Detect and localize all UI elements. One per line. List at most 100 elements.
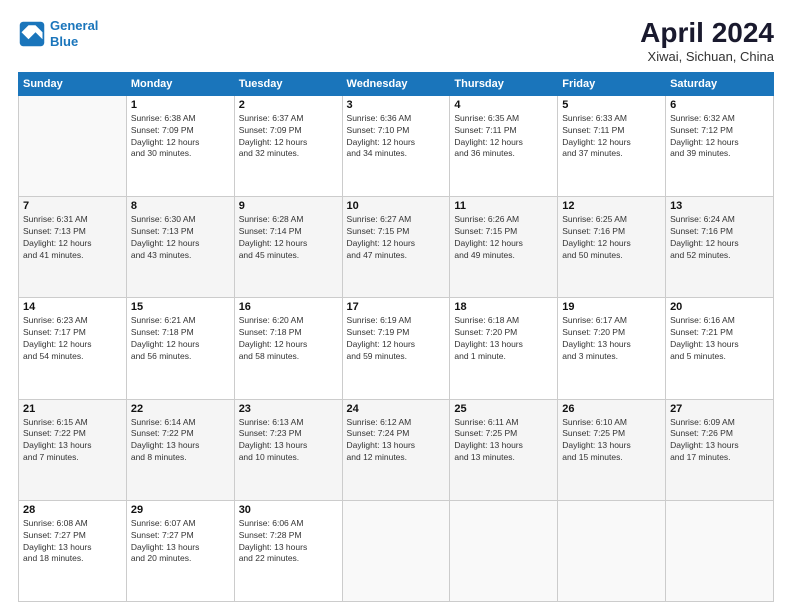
day-info: Sunrise: 6:11 AM Sunset: 7:25 PM Dayligh… [454,417,553,465]
day-number: 21 [23,403,122,415]
day-info: Sunrise: 6:13 AM Sunset: 7:23 PM Dayligh… [239,417,338,465]
logo-icon [18,20,46,48]
day-number: 28 [23,504,122,516]
day-number: 7 [23,200,122,212]
day-info: Sunrise: 6:17 AM Sunset: 7:20 PM Dayligh… [562,315,661,363]
col-friday: Friday [558,72,666,95]
col-tuesday: Tuesday [234,72,342,95]
logo-line1: General [50,18,98,33]
calendar-cell [450,500,558,601]
day-number: 8 [131,200,230,212]
col-saturday: Saturday [666,72,774,95]
calendar-week-row: 21 Sunrise: 6:15 AM Sunset: 7:22 PM Dayli… [19,399,774,500]
calendar-cell: 26Sunrise: 6:10 AM Sunset: 7:25 PM Dayli… [558,399,666,500]
day-info: Sunrise: 6:21 AM Sunset: 7:18 PM Dayligh… [131,315,230,363]
day-number: 25 [454,403,553,415]
day-number: 3 [347,99,446,111]
calendar-cell [666,500,774,601]
calendar-cell: 28 Sunrise: 6:08 AM Sunset: 7:27 PM Dayli… [19,500,127,601]
day-info: Sunrise: 6:07 AM Sunset: 7:27 PM Dayligh… [131,518,230,566]
day-number: 19 [562,301,661,313]
day-info: Sunrise: 6:36 AM Sunset: 7:10 PM Dayligh… [347,113,446,161]
day-info: Sunrise: 6:24 AM Sunset: 7:16 PM Dayligh… [670,214,769,262]
day-info: Sunrise: 6:06 AM Sunset: 7:28 PM Dayligh… [239,518,338,566]
calendar-cell: 14 Sunrise: 6:23 AM Sunset: 7:17 PM Dayli… [19,298,127,399]
day-info: Sunrise: 6:31 AM Sunset: 7:13 PM Dayligh… [23,214,122,262]
day-info: Sunrise: 6:28 AM Sunset: 7:14 PM Dayligh… [239,214,338,262]
day-number: 16 [239,301,338,313]
calendar-cell: 21 Sunrise: 6:15 AM Sunset: 7:22 PM Dayli… [19,399,127,500]
calendar-cell: 29 Sunrise: 6:07 AM Sunset: 7:27 PM Dayli… [126,500,234,601]
day-number: 2 [239,99,338,111]
calendar-cell: 3 Sunrise: 6:36 AM Sunset: 7:10 PM Daylig… [342,95,450,196]
day-info: Sunrise: 6:26 AM Sunset: 7:15 PM Dayligh… [454,214,553,262]
day-number: 20 [670,301,769,313]
day-info: Sunrise: 6:16 AM Sunset: 7:21 PM Dayligh… [670,315,769,363]
calendar-cell: 25 Sunrise: 6:11 AM Sunset: 7:25 PM Dayli… [450,399,558,500]
col-thursday: Thursday [450,72,558,95]
calendar-cell: 5Sunrise: 6:33 AM Sunset: 7:11 PM Daylig… [558,95,666,196]
calendar-cell: 30 Sunrise: 6:06 AM Sunset: 7:28 PM Dayli… [234,500,342,601]
day-info: Sunrise: 6:20 AM Sunset: 7:18 PM Dayligh… [239,315,338,363]
calendar-cell: 1 Sunrise: 6:38 AM Sunset: 7:09 PM Daylig… [126,95,234,196]
day-number: 17 [347,301,446,313]
day-number: 4 [454,99,553,111]
calendar-cell: 7 Sunrise: 6:31 AM Sunset: 7:13 PM Daylig… [19,197,127,298]
col-sunday: Sunday [19,72,127,95]
day-number: 12 [562,200,661,212]
day-number: 10 [347,200,446,212]
day-info: Sunrise: 6:38 AM Sunset: 7:09 PM Dayligh… [131,113,230,161]
calendar-table: Sunday Monday Tuesday Wednesday Thursday… [18,72,774,602]
logo-text: General Blue [50,18,98,49]
day-info: Sunrise: 6:18 AM Sunset: 7:20 PM Dayligh… [454,315,553,363]
calendar-cell [558,500,666,601]
calendar-cell: 19 Sunrise: 6:17 AM Sunset: 7:20 PM Dayli… [558,298,666,399]
calendar-cell: 17 Sunrise: 6:19 AM Sunset: 7:19 PM Dayli… [342,298,450,399]
calendar-header-row: Sunday Monday Tuesday Wednesday Thursday… [19,72,774,95]
day-number: 9 [239,200,338,212]
day-number: 29 [131,504,230,516]
calendar-cell: 22Sunrise: 6:14 AM Sunset: 7:22 PM Dayli… [126,399,234,500]
day-number: 30 [239,504,338,516]
day-number: 26 [562,403,661,415]
calendar-cell: 10 Sunrise: 6:27 AM Sunset: 7:15 PM Dayli… [342,197,450,298]
logo: General Blue [18,18,98,49]
day-info: Sunrise: 6:19 AM Sunset: 7:19 PM Dayligh… [347,315,446,363]
day-info: Sunrise: 6:15 AM Sunset: 7:22 PM Dayligh… [23,417,122,465]
day-info: Sunrise: 6:23 AM Sunset: 7:17 PM Dayligh… [23,315,122,363]
day-number: 18 [454,301,553,313]
day-number: 24 [347,403,446,415]
day-info: Sunrise: 6:33 AM Sunset: 7:11 PM Dayligh… [562,113,661,161]
day-number: 27 [670,403,769,415]
title-block: April 2024 Xiwai, Sichuan, China [640,18,774,64]
day-info: Sunrise: 6:27 AM Sunset: 7:15 PM Dayligh… [347,214,446,262]
day-number: 14 [23,301,122,313]
calendar-cell: 4 Sunrise: 6:35 AM Sunset: 7:11 PM Daylig… [450,95,558,196]
day-number: 1 [131,99,230,111]
month-title: April 2024 [640,18,774,49]
day-info: Sunrise: 6:14 AM Sunset: 7:22 PM Dayligh… [131,417,230,465]
calendar-cell: 24Sunrise: 6:12 AM Sunset: 7:24 PM Dayli… [342,399,450,500]
day-info: Sunrise: 6:30 AM Sunset: 7:13 PM Dayligh… [131,214,230,262]
calendar-cell: 15 Sunrise: 6:21 AM Sunset: 7:18 PM Dayli… [126,298,234,399]
day-number: 11 [454,200,553,212]
calendar-week-row: 28 Sunrise: 6:08 AM Sunset: 7:27 PM Dayli… [19,500,774,601]
day-number: 15 [131,301,230,313]
header: General Blue April 2024 Xiwai, Sichuan, … [18,18,774,64]
day-info: Sunrise: 6:08 AM Sunset: 7:27 PM Dayligh… [23,518,122,566]
calendar-cell: 2Sunrise: 6:37 AM Sunset: 7:09 PM Daylig… [234,95,342,196]
day-info: Sunrise: 6:35 AM Sunset: 7:11 PM Dayligh… [454,113,553,161]
calendar-week-row: 1 Sunrise: 6:38 AM Sunset: 7:09 PM Daylig… [19,95,774,196]
calendar-cell: 20 Sunrise: 6:16 AM Sunset: 7:21 PM Dayli… [666,298,774,399]
calendar-week-row: 7 Sunrise: 6:31 AM Sunset: 7:13 PM Daylig… [19,197,774,298]
calendar-cell: 11 Sunrise: 6:26 AM Sunset: 7:15 PM Dayli… [450,197,558,298]
subtitle: Xiwai, Sichuan, China [640,49,774,64]
page: General Blue April 2024 Xiwai, Sichuan, … [0,0,792,612]
day-number: 13 [670,200,769,212]
calendar-cell: 13 Sunrise: 6:24 AM Sunset: 7:16 PM Dayli… [666,197,774,298]
calendar-cell [342,500,450,601]
day-number: 23 [239,403,338,415]
calendar-cell: 12Sunrise: 6:25 AM Sunset: 7:16 PM Dayli… [558,197,666,298]
calendar-week-row: 14 Sunrise: 6:23 AM Sunset: 7:17 PM Dayli… [19,298,774,399]
col-wednesday: Wednesday [342,72,450,95]
